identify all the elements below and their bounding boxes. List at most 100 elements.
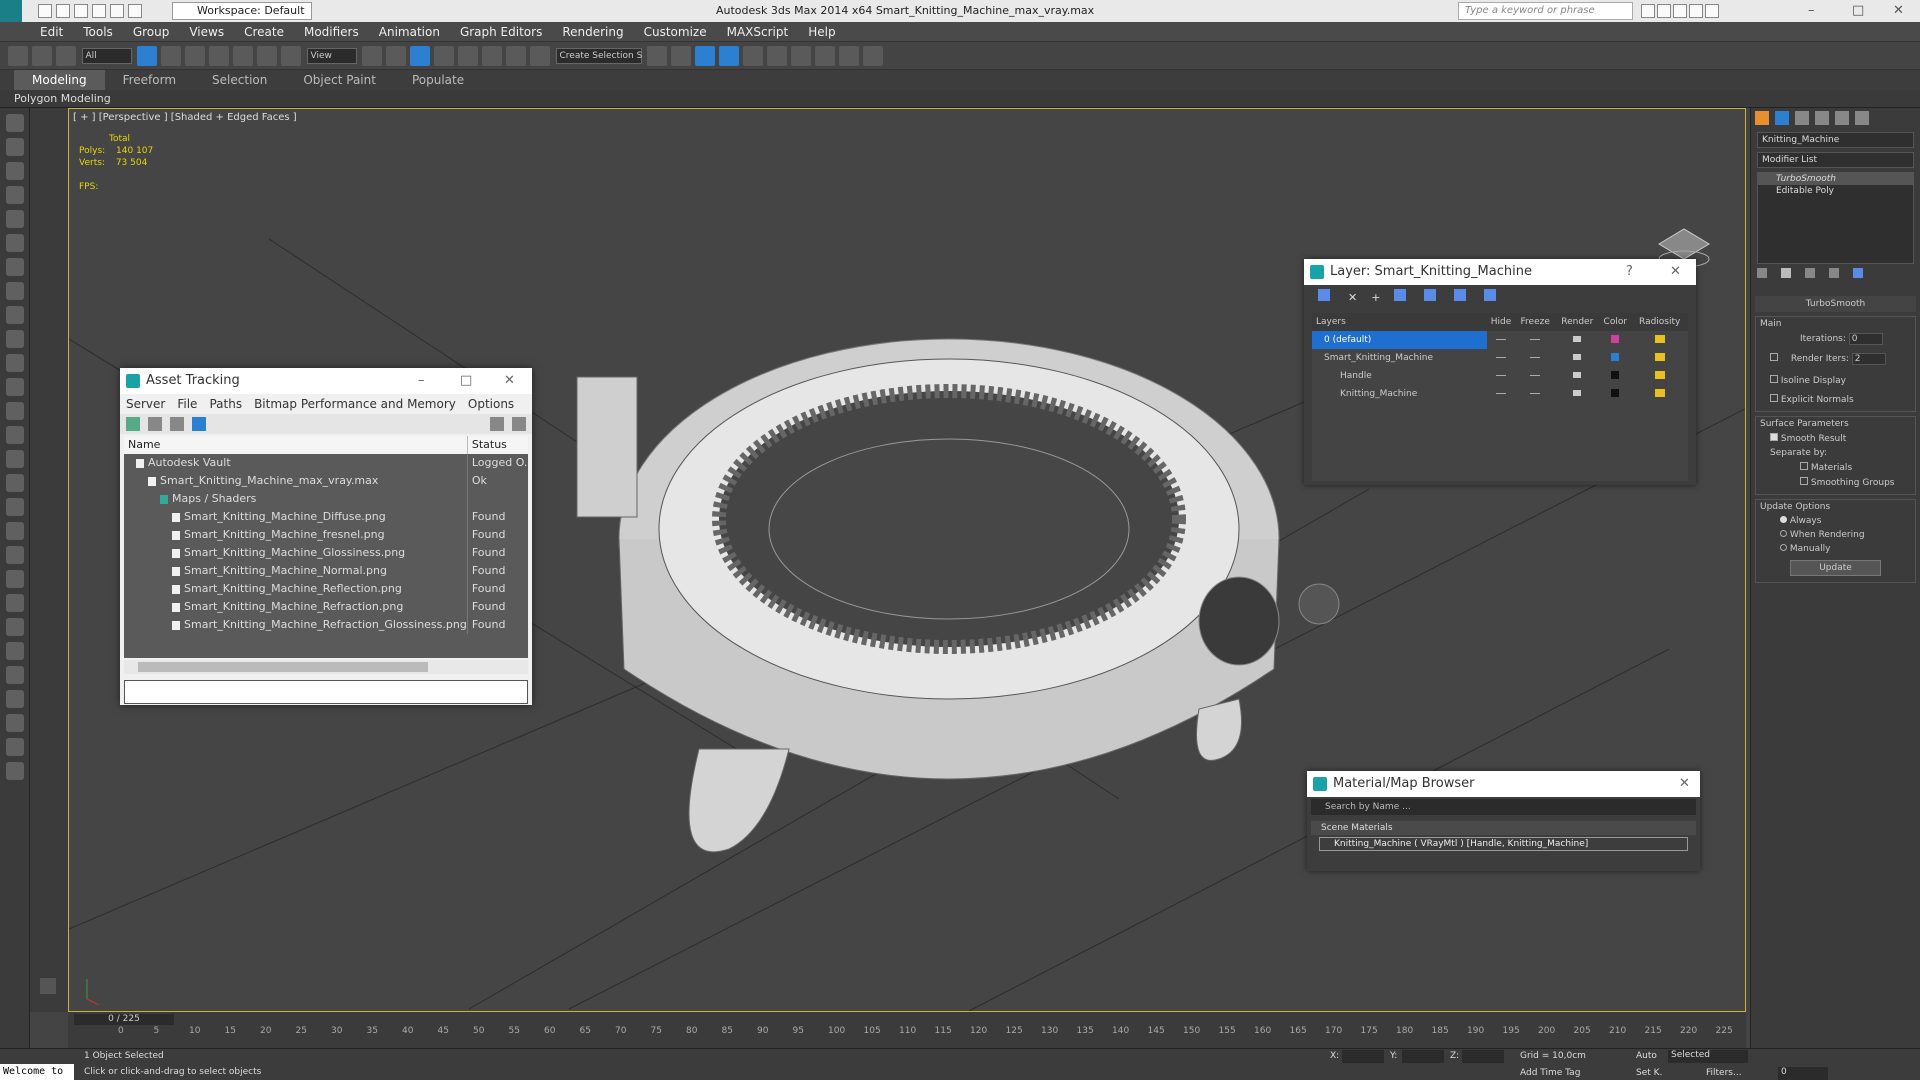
radiosity-toggle[interactable]	[1631, 385, 1688, 403]
always-radio[interactable]	[1780, 516, 1787, 523]
material-editor-icon[interactable]	[791, 46, 811, 66]
layer-row[interactable]: Smart_Knitting_Machine	[1312, 349, 1688, 367]
undo-icon[interactable]	[92, 4, 106, 18]
refresh-icon[interactable]	[126, 417, 140, 431]
left-teapot-icon[interactable]	[6, 522, 24, 540]
status-column-header[interactable]: Status	[467, 436, 528, 454]
grid-view-icon[interactable]	[192, 417, 206, 431]
material-close-button[interactable]: ✕	[1679, 771, 1690, 797]
angle-snap-icon[interactable]	[458, 46, 478, 66]
material-item[interactable]: Knitting_Machine ( VRayMtl ) [Handle, Kn…	[1319, 837, 1688, 851]
layer-help-button[interactable]: ?	[1626, 259, 1633, 285]
motion-tab-icon[interactable]	[1815, 111, 1829, 125]
layer-row[interactable]: 0 (default)	[1312, 331, 1688, 349]
manipulate-icon[interactable]	[386, 46, 406, 66]
radiosity-icon[interactable]	[1654, 334, 1665, 343]
bind-spacewarp-icon[interactable]	[56, 46, 76, 66]
material-titlebar[interactable]: Material/Map Browser ✕	[1307, 771, 1700, 797]
table-icon[interactable]	[170, 417, 184, 431]
left-camera-icon[interactable]	[6, 306, 24, 324]
menu-item-create[interactable]: Create	[234, 22, 294, 42]
asset-row[interactable]: Autodesk Vault Logged O...	[124, 454, 528, 472]
make-unique-icon[interactable]	[1805, 268, 1815, 278]
scene-materials-group[interactable]: Scene Materials	[1311, 821, 1696, 835]
ribbon-tab-modeling[interactable]: Modeling	[14, 70, 105, 90]
left-snake-icon[interactable]	[6, 666, 24, 684]
rect-selection-icon[interactable]	[185, 46, 205, 66]
spinner-snap-icon[interactable]	[506, 46, 526, 66]
teapot-icon[interactable]	[1573, 354, 1582, 360]
settings-icon[interactable]	[512, 417, 526, 431]
left-helper-icon[interactable]	[6, 330, 24, 348]
asset-row[interactable]: Smart_Knitting_Machine_fresnel.png Found	[124, 526, 528, 544]
hide-toggle[interactable]	[1487, 331, 1515, 349]
asset-menu-file[interactable]: File	[171, 394, 203, 414]
left-leaf-icon[interactable]	[6, 642, 24, 660]
workspace-dropdown[interactable]: Workspace: Default	[172, 2, 312, 20]
hide-toggle[interactable]	[1487, 349, 1515, 367]
asset-row[interactable]: Smart_Knitting_Machine_Refraction_Glossi…	[124, 616, 528, 634]
knitting-machine-model[interactable]	[576, 338, 1340, 853]
x-coord-field[interactable]	[1342, 1050, 1384, 1063]
asset-maximize-button[interactable]: □	[460, 368, 472, 394]
maxscript-listener[interactable]: Welcome to	[0, 1064, 74, 1080]
left-pen-icon[interactable]	[6, 690, 24, 708]
layer-col-render[interactable]: Render	[1555, 313, 1599, 331]
menu-item-maxscript[interactable]: MAXScript	[717, 22, 799, 42]
render-toggle[interactable]	[1555, 331, 1599, 349]
left-utilities-icon[interactable]	[6, 258, 24, 276]
left-light-icon[interactable]	[6, 282, 24, 300]
remove-modifier-icon[interactable]	[1829, 268, 1839, 278]
list-icon[interactable]	[148, 417, 162, 431]
communication-icon[interactable]	[1657, 4, 1671, 18]
select-object-icon[interactable]	[137, 46, 157, 66]
link-icon[interactable]	[8, 46, 28, 66]
asset-path-field[interactable]	[124, 680, 528, 704]
manually-radio[interactable]	[1780, 544, 1787, 551]
layer-col-hide[interactable]: Hide	[1487, 313, 1515, 331]
left-torus-icon[interactable]	[6, 450, 24, 468]
open-file-icon[interactable]	[56, 4, 70, 18]
radiosity-toggle[interactable]	[1631, 367, 1688, 385]
left-systems-icon[interactable]	[6, 378, 24, 396]
render-toggle[interactable]	[1555, 367, 1599, 385]
ribbon-tab-selection[interactable]: Selection	[194, 70, 285, 90]
menu-item-views[interactable]: Views	[179, 22, 234, 42]
stack-item[interactable]: Editable Poly	[1758, 185, 1913, 197]
window-crossing-icon[interactable]	[209, 46, 229, 66]
align-icon[interactable]	[671, 46, 691, 66]
move-icon[interactable]	[233, 46, 253, 66]
update-button[interactable]: Update	[1790, 560, 1881, 576]
asset-row[interactable]: Smart_Knitting_Machine_Reflection.png Fou…	[124, 580, 528, 598]
edit-named-sel-icon[interactable]	[530, 46, 550, 66]
display-tab-icon[interactable]	[1835, 111, 1849, 125]
named-selection-dropdown[interactable]: Create Selection S	[555, 48, 642, 64]
isoline-checkbox[interactable]	[1770, 375, 1778, 383]
polygon-modeling-label[interactable]: Polygon Modeling	[0, 90, 125, 108]
asset-row[interactable]: Smart_Knitting_Machine_Refraction.png Fou…	[124, 598, 528, 616]
freeze-toggle[interactable]	[1515, 331, 1555, 349]
asset-row[interactable]: Smart_Knitting_Machine_Normal.png Found	[124, 562, 528, 580]
star-icon[interactable]	[1689, 4, 1703, 18]
search-input[interactable]: Type a keyword or phrase	[1458, 2, 1633, 20]
curve-editor-icon[interactable]	[743, 46, 763, 66]
left-cone-icon[interactable]	[6, 426, 24, 444]
app-logo-icon[interactable]	[0, 0, 22, 22]
pivot-icon[interactable]	[362, 46, 382, 66]
left-viewport-icon[interactable]	[6, 114, 24, 132]
modifier-list-dropdown[interactable]: Modifier List	[1757, 152, 1914, 168]
binoculars-icon[interactable]	[1641, 4, 1655, 18]
asset-help-icon[interactable]	[490, 417, 504, 431]
configure-sets-icon[interactable]	[1853, 268, 1863, 278]
rotate-icon[interactable]	[257, 46, 277, 66]
hierarchy-tab-icon[interactable]	[1795, 111, 1809, 125]
smooth-result-checkbox[interactable]	[1770, 433, 1778, 441]
key-filter-dropdown[interactable]: Selected	[1668, 1050, 1748, 1063]
y-coord-field[interactable]	[1402, 1050, 1444, 1063]
teapot-icon[interactable]	[1573, 372, 1582, 378]
ref-coord-dropdown[interactable]: View	[306, 48, 357, 64]
freeze-toggle[interactable]	[1515, 349, 1555, 367]
left-rope-icon[interactable]	[6, 546, 24, 564]
render-toggle[interactable]	[1555, 385, 1599, 403]
stack-item[interactable]: TurboSmooth	[1758, 173, 1913, 185]
